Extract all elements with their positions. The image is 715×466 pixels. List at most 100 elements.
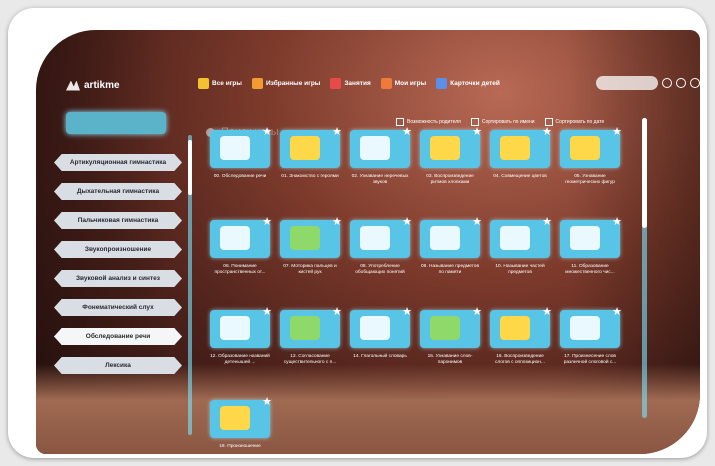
close-icon[interactable]: [690, 78, 700, 88]
game-caption: 11. Образование множественного чис...: [565, 264, 615, 275]
favorite-star-icon[interactable]: ★: [402, 125, 412, 138]
favorite-star-icon[interactable]: ★: [262, 215, 272, 228]
tab-all-games[interactable]: Все игры: [198, 78, 242, 89]
sidebar-item-lexicon[interactable]: Лексика: [54, 357, 182, 374]
game-illustration: [570, 316, 600, 340]
game-caption: 13. Согласование существительного с п...: [283, 354, 337, 365]
game-thumbnail[interactable]: [560, 220, 620, 258]
settings-icon[interactable]: [676, 78, 686, 88]
game-card[interactable]: ★ 10. Называние частей предметов: [490, 216, 552, 276]
sidebar-scroll-thumb[interactable]: [188, 140, 192, 195]
game-thumbnail[interactable]: [350, 310, 410, 348]
game-card[interactable]: ★ 02. Узнавание неречевых звуков: [350, 126, 412, 186]
game-thumbnail[interactable]: [490, 310, 550, 348]
game-thumbnail[interactable]: [490, 220, 550, 258]
game-card[interactable]: ★ 06. Понимание пространственных от...: [210, 216, 272, 276]
game-thumbnail[interactable]: [420, 130, 480, 168]
sidebar-item-phonemic[interactable]: Фонематический слух: [54, 299, 182, 316]
games-scroll-thumb[interactable]: [642, 118, 647, 228]
game-card[interactable]: ★ 16. Воспроизведение слогов с оппозицион…: [490, 306, 552, 366]
lessons-icon: [330, 78, 342, 89]
game-thumbnail[interactable]: [560, 310, 620, 348]
sidebar-item-sound-analysis[interactable]: Звуковой анализ и синтез: [54, 270, 182, 287]
game-illustration: [570, 136, 600, 160]
tab-child-cards[interactable]: Карточки детей: [436, 78, 500, 89]
game-illustration: [430, 136, 460, 160]
game-card[interactable]: ★ 01. Знакомство с героями: [280, 126, 342, 180]
favorite-star-icon[interactable]: ★: [472, 125, 482, 138]
game-caption: 16. Воспроизведение слогов с оппозицион.…: [495, 354, 545, 365]
game-card[interactable]: ★ 12. Образование названий детенышей ...: [210, 306, 272, 366]
game-illustration: [570, 226, 600, 250]
tab-my-games[interactable]: Мои игры: [380, 78, 426, 89]
game-card[interactable]: ★ 11. Образование множественного чис...: [560, 216, 622, 276]
favorite-star-icon[interactable]: ★: [262, 305, 272, 318]
tab-lessons[interactable]: Занятия: [330, 78, 371, 89]
sidebar-item-pronunciation[interactable]: Звукопроизношение: [54, 241, 182, 258]
favorite-star-icon[interactable]: ★: [472, 305, 482, 318]
game-illustration: [360, 226, 390, 250]
game-thumbnail[interactable]: [490, 130, 550, 168]
game-caption: 07. Моторика пальцев и кистей рук: [283, 264, 337, 275]
game-thumbnail[interactable]: [280, 310, 340, 348]
game-card[interactable]: ★ 18. Произношение: [210, 396, 272, 450]
sidebar-item-breathing[interactable]: Дыхательная гимнастика: [54, 183, 182, 200]
game-caption: 00. Обследование речи: [213, 174, 267, 179]
game-thumbnail[interactable]: [420, 310, 480, 348]
favorite-star-icon[interactable]: ★: [542, 125, 552, 138]
game-thumbnail[interactable]: [210, 130, 270, 168]
game-card[interactable]: ★ 04. Совмещение цветов: [490, 126, 552, 180]
favorite-star-icon[interactable]: ★: [472, 215, 482, 228]
game-caption: 06. Понимание пространственных от...: [214, 264, 266, 275]
filter-label: Возможность родителя: [407, 119, 461, 125]
category-button-highlight[interactable]: [66, 112, 166, 134]
sidebar-item-articulation[interactable]: Артикуляционная гимнастика: [54, 154, 182, 171]
game-card[interactable]: ★ 00. Обследование речи: [210, 126, 272, 180]
game-card[interactable]: ★ 09. Называние предметов по памяти: [420, 216, 482, 276]
game-card[interactable]: ★ 13. Согласование существительного с п..…: [280, 306, 342, 366]
favorite-star-icon[interactable]: ★: [612, 125, 622, 138]
game-thumbnail[interactable]: [420, 220, 480, 258]
logo-text: artikme: [84, 80, 120, 91]
game-thumbnail[interactable]: [210, 310, 270, 348]
tab-label: Карточки детей: [450, 80, 500, 87]
star-icon: [251, 78, 263, 89]
favorite-star-icon[interactable]: ★: [542, 215, 552, 228]
game-card[interactable]: ★ 17. Произнесение слов различной слогово…: [560, 306, 622, 366]
game-thumbnail[interactable]: [350, 130, 410, 168]
sidebar-item-finger[interactable]: Пальчиковая гимнастика: [54, 212, 182, 229]
game-card[interactable]: ★ 07. Моторика пальцев и кистей рук: [280, 216, 342, 276]
game-thumbnail[interactable]: [350, 220, 410, 258]
game-caption: 15. Узнавание слов-паронимов: [427, 354, 473, 365]
game-caption: 18. Произношение: [219, 444, 261, 449]
favorite-star-icon[interactable]: ★: [332, 215, 342, 228]
favorite-star-icon[interactable]: ★: [612, 215, 622, 228]
game-illustration: [220, 316, 250, 340]
game-thumbnail[interactable]: [210, 220, 270, 258]
minimize-icon[interactable]: [662, 78, 672, 88]
favorite-star-icon[interactable]: ★: [332, 305, 342, 318]
game-card[interactable]: ★ 05. Узнавание геометрических фигур: [560, 126, 622, 186]
game-thumbnail[interactable]: [210, 400, 270, 438]
tab-favorite-games[interactable]: Избранные игры: [251, 78, 320, 89]
favorite-star-icon[interactable]: ★: [262, 395, 272, 408]
favorite-star-icon[interactable]: ★: [542, 305, 552, 318]
game-illustration: [430, 316, 460, 340]
user-pill[interactable]: [596, 76, 658, 90]
game-thumbnail[interactable]: [560, 130, 620, 168]
game-card[interactable]: ★ 15. Узнавание слов-паронимов: [420, 306, 482, 366]
game-caption: 09. Называние предметов по памяти: [420, 264, 479, 275]
favorite-star-icon[interactable]: ★: [402, 215, 412, 228]
game-thumbnail[interactable]: [280, 220, 340, 258]
favorite-star-icon[interactable]: ★: [262, 125, 272, 138]
game-card[interactable]: ★ 14. Глагольный словарь: [350, 306, 412, 360]
favorite-star-icon[interactable]: ★: [612, 305, 622, 318]
game-card[interactable]: ★ 03. Воспроизведение ритмов хлопками: [420, 126, 482, 186]
favorite-star-icon[interactable]: ★: [332, 125, 342, 138]
game-card[interactable]: ★ 08. Употребление обобщающих понятий: [350, 216, 412, 276]
app-logo[interactable]: artikme: [66, 80, 120, 91]
game-thumbnail[interactable]: [280, 130, 340, 168]
favorite-star-icon[interactable]: ★: [402, 305, 412, 318]
sort-by-date[interactable]: Сортировать по дате: [544, 118, 604, 126]
sidebar-item-speech-exam[interactable]: Обследование речи: [54, 328, 182, 345]
